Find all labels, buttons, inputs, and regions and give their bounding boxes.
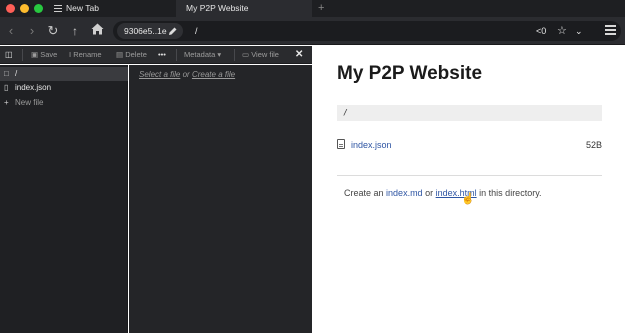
close-editor-button[interactable]: ✕: [295, 46, 303, 64]
tab-label: My P2P Website: [186, 3, 249, 13]
directory-entry[interactable]: index.json 52B: [337, 138, 602, 152]
rename-label: Rename: [73, 50, 102, 59]
star-icon[interactable]: ☆: [557, 21, 567, 41]
new-file-label: New file: [15, 98, 44, 107]
zoom-window-button[interactable]: [34, 4, 43, 13]
trash-icon: ▤: [116, 50, 124, 59]
tab-new-tab[interactable]: New Tab: [48, 0, 176, 17]
tree-item-label: index.json: [15, 83, 52, 92]
metadata-dropdown[interactable]: Metadata ▾: [184, 46, 221, 64]
url-path[interactable]: /: [195, 21, 198, 41]
file-link[interactable]: index.json: [351, 138, 392, 152]
reload-icon[interactable]: ↻: [45, 23, 61, 39]
editor-pane: Select a file or Create a file: [129, 65, 312, 333]
toolbar-divider: [234, 49, 235, 61]
save-button[interactable]: ▣ Save: [31, 46, 57, 64]
file-tree: □ / ▯ index.json + New file: [0, 65, 128, 333]
metadata-label: Metadata: [184, 50, 216, 59]
site-view: My P2P Website / index.json 52B Create a…: [313, 46, 625, 333]
create-suffix: in this directory.: [479, 188, 542, 198]
delete-label: Delete: [125, 50, 147, 59]
title-bar: New Tab My P2P Website +: [0, 0, 625, 17]
tree-item-label: /: [15, 69, 18, 78]
tree-item-index-json[interactable]: ▯ index.json: [0, 81, 128, 95]
save-icon: ▣: [31, 50, 39, 59]
pencil-icon[interactable]: [168, 21, 177, 43]
more-button[interactable]: •••: [158, 46, 166, 64]
save-label: Save: [40, 50, 58, 59]
up-icon[interactable]: ↑: [67, 23, 83, 39]
forward-icon[interactable]: ›: [24, 23, 40, 39]
file-icon: ▯: [4, 83, 9, 92]
close-window-button[interactable]: [6, 4, 15, 13]
caret-down-icon: ▾: [217, 50, 222, 59]
rename-button[interactable]: I Rename: [69, 46, 102, 64]
home-icon[interactable]: [89, 23, 105, 39]
create-file-link[interactable]: Create a file: [192, 70, 235, 79]
folder-icon: □: [4, 69, 9, 78]
file-toolbar: ◫ ▣ Save I Rename ▤ Delete ••• Metadata …: [0, 46, 312, 64]
directory-path: /: [337, 105, 602, 121]
list-icon: [54, 5, 62, 12]
tree-item-root[interactable]: □ /: [0, 67, 128, 81]
empty-editor-hint: Select a file or Create a file: [139, 70, 235, 79]
share-icon[interactable]: <0: [536, 21, 546, 41]
window-icon: ▭: [242, 50, 250, 59]
file-icon: [337, 139, 345, 149]
rename-icon: I: [69, 50, 72, 59]
back-icon[interactable]: ‹: [3, 23, 19, 39]
new-tab-button[interactable]: +: [318, 0, 324, 17]
toolbar-divider: [22, 49, 23, 61]
create-prefix: Create an: [344, 188, 384, 198]
create-index-md-link[interactable]: index.md: [386, 188, 423, 198]
sidebar-toggle-icon[interactable]: ◫: [5, 46, 13, 64]
new-file-button[interactable]: + New file: [0, 96, 128, 110]
file-size: 52B: [585, 140, 602, 150]
hint-or: or: [182, 70, 190, 79]
delete-button[interactable]: ▤ Delete: [116, 46, 147, 64]
tab-my-p2p-website[interactable]: My P2P Website: [176, 0, 312, 17]
plus-icon: +: [4, 98, 9, 107]
share-count: 0: [541, 26, 547, 36]
chevron-down-icon[interactable]: ⌄: [575, 21, 583, 41]
view-file-label: View file: [251, 50, 279, 59]
menu-icon[interactable]: [605, 25, 616, 35]
divider: [337, 175, 602, 176]
create-index-prompt: Create an index.md or index.html in this…: [344, 187, 542, 199]
navigation-toolbar: ‹ › ↻ ↑ 9306e5..1e / <0 ☆ ⌄: [0, 17, 625, 45]
select-file-link[interactable]: Select a file: [139, 70, 180, 79]
create-or: or: [425, 188, 434, 198]
view-file-button[interactable]: ▭ View file: [242, 46, 279, 64]
toolbar-divider: [176, 49, 177, 61]
address-bar[interactable]: 9306e5..1e / <0 ☆ ⌄: [113, 21, 621, 41]
page-title: My P2P Website: [337, 63, 483, 84]
hand-cursor-icon: ☝: [461, 193, 475, 205]
tab-label: New Tab: [66, 3, 99, 13]
minimize-window-button[interactable]: [20, 4, 29, 13]
